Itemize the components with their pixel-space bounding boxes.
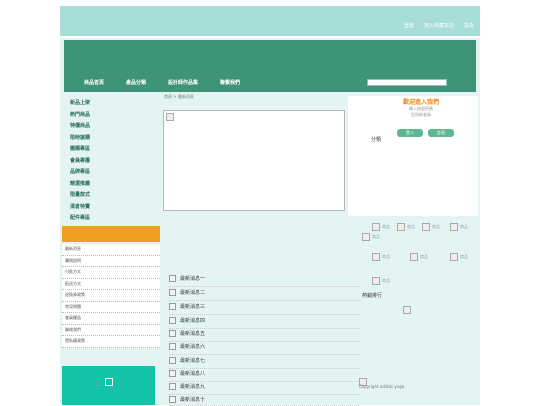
left-list-item[interactable]: 配送方式 [62,279,160,290]
news-list-item[interactable]: 最新消息四 [169,315,359,329]
thumbnail[interactable]: 商品 [410,253,428,261]
breadcrumb: 首頁 > 最新消息 [164,94,194,99]
set-homepage-link[interactable]: 設為 [464,22,474,29]
left-menu-item[interactable]: 團購專區 [70,144,158,156]
thumbnail[interactable]: 商品 [372,223,390,231]
register-button[interactable]: 註冊 [428,129,454,137]
thumbnail[interactable]: 商品 [372,253,390,261]
thumbnail[interactable]: 商品 [450,253,468,261]
left-menu-item[interactable]: 清倉特賣 [70,202,158,214]
top-banner: 登陸 加入收藏本店 設為 [60,6,480,36]
nav-item-home[interactable]: 商品首頁 [84,79,104,86]
left-list-item[interactable]: 購物說明 [62,256,160,267]
main-banner-image [163,110,345,211]
add-favorite-link[interactable]: 加入收藏本店 [424,22,454,29]
left-list-item[interactable]: 最新消息 [62,244,160,256]
thumbnail[interactable]: 商品 [450,223,468,231]
nav-item-contact[interactable]: 聯繫我們 [220,79,240,86]
left-menu-item[interactable]: 限量款式 [70,190,158,202]
thumbnail[interactable]: 商品 [397,223,415,231]
news-list-item[interactable]: 最新消息八 [169,368,359,382]
nav-item-portfolio[interactable]: 設計師作品集 [168,79,198,86]
thumbnail[interactable]: 商品 [422,223,440,231]
left-menu-item[interactable]: 會員專屬 [70,156,158,168]
rank-label: 熱銷排行 [362,293,383,299]
left-list-item[interactable]: 付款方式 [62,267,160,279]
left-menu-item[interactable]: 熱門商品 [70,110,158,122]
left-section-header [62,226,160,242]
welcome-box: 歡迎進入我們 輸入帳號密碼 註冊新會員 [386,97,456,118]
left-category-menu: 新品上架 熱門商品 特價商品 限時搶購 團購專區 會員專屬 品牌專區 精選推薦 … [70,98,158,225]
left-list-item[interactable]: 常見問題 [62,302,160,313]
search-input[interactable] [367,79,447,86]
news-list-item[interactable]: 最新消息九 [169,381,359,395]
left-menu-item[interactable]: 配件專區 [70,213,158,225]
left-promo-box [62,366,155,405]
category-label: 分類 [371,137,382,143]
left-list-item[interactable]: 聯絡我們 [62,325,160,336]
news-list-item[interactable]: 最新消息二 [169,287,359,301]
nav-menu: 商品首頁 產品分類 設計師作品集 聯繫我們 [84,79,240,86]
main-navbar: 商品首頁 產品分類 設計師作品集 聯繫我們 [64,40,476,92]
left-menu-item[interactable]: 限時搶購 [70,133,158,145]
top-links: 登陸 加入收藏本店 設為 [404,22,474,29]
left-menu-item[interactable]: 精選推薦 [70,179,158,191]
left-menu-item[interactable]: 特價商品 [70,121,158,133]
thumbnail[interactable]: 商品 [372,277,390,285]
broken-image-icon [166,113,174,121]
news-list-item[interactable]: 最新消息五 [169,328,359,342]
left-list-item[interactable]: 會員權益 [62,313,160,325]
news-list-item[interactable]: 最新消息三 [169,301,359,315]
news-list-item[interactable]: 最新消息一 [169,273,359,287]
left-list-item[interactable]: 退換貨政策 [62,290,160,302]
welcome-title: 歡迎進入我們 [402,99,439,106]
thumbnail[interactable]: 商品 [362,233,380,241]
login-button[interactable]: 登入 [397,129,423,137]
welcome-line-2: 註冊新會員 [411,112,431,117]
left-menu-item[interactable]: 新品上架 [70,98,158,110]
login-link[interactable]: 登陸 [404,22,414,29]
news-list-item[interactable]: 最新消息六 [169,341,359,355]
left-list-item[interactable]: 隱私權政策 [62,336,160,348]
left-news-list: 最新消息 購物說明 付款方式 配送方式 退換貨政策 常見問題 會員權益 聯絡我們… [62,244,160,348]
broken-image-icon [403,306,411,314]
footer-credit: Copyright adidas yoga [359,384,405,389]
broken-image-icon [105,378,113,386]
news-list-item[interactable]: 最新消息七 [169,355,359,369]
news-list-item[interactable]: 最新消息十 [169,394,359,406]
nav-item-categories[interactable]: 產品分類 [126,79,146,86]
left-menu-item[interactable]: 品牌專區 [70,167,158,179]
